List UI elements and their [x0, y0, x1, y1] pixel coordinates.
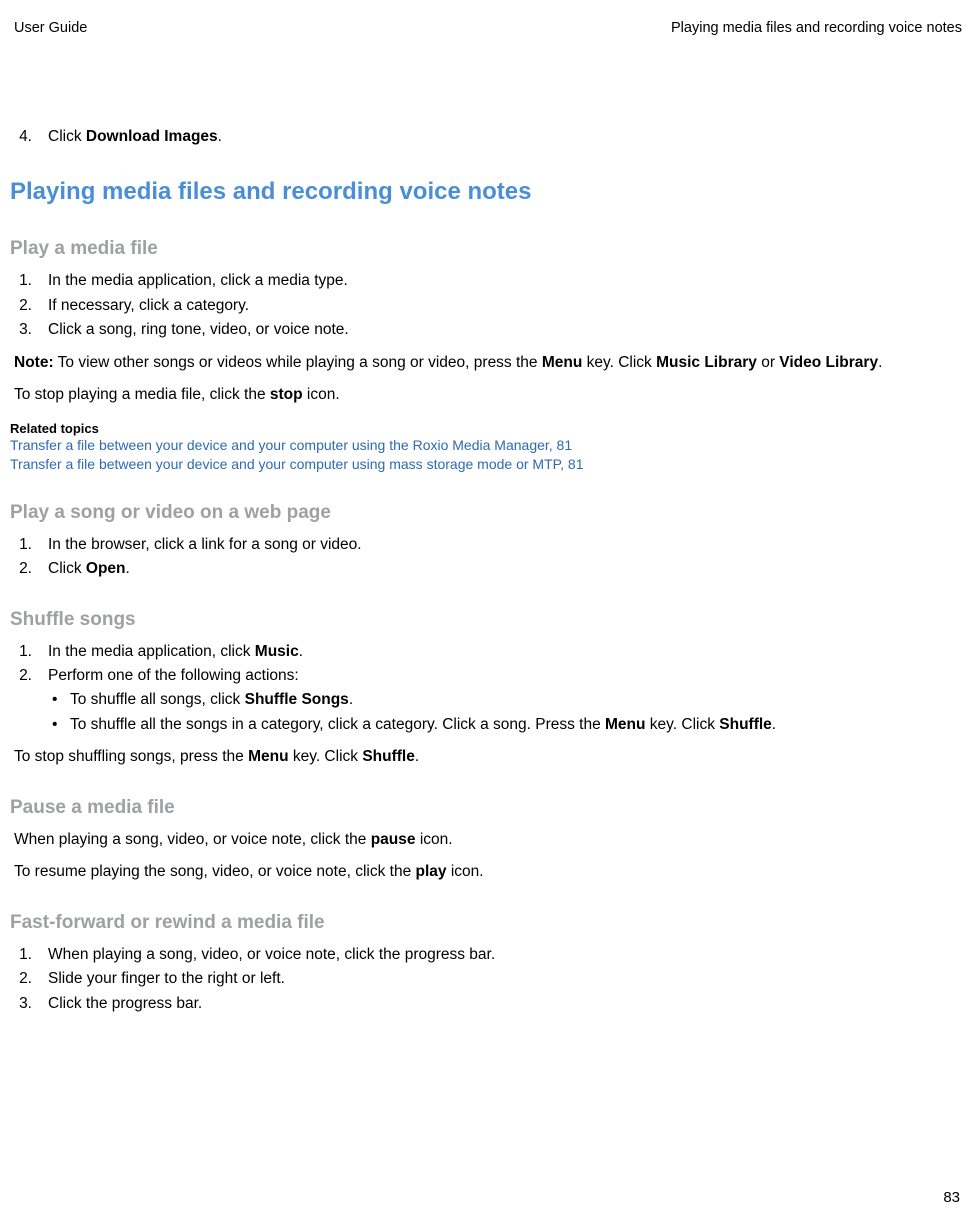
list-item: 3. Click the progress bar.	[10, 993, 966, 1015]
open-label: Open	[86, 560, 126, 577]
text-part: icon.	[416, 831, 453, 848]
list-item: 2. If necessary, click a category.	[10, 295, 966, 317]
text-part: To view other songs or videos while play…	[54, 354, 542, 371]
text-part: .	[299, 643, 303, 660]
stop-paragraph: To stop playing a media file, click the …	[14, 384, 966, 406]
text-part: key. Click	[645, 716, 719, 733]
text-part: Click	[48, 560, 86, 577]
list-item: 1. In the media application, click a med…	[10, 270, 966, 292]
play-icon-label: play	[416, 863, 447, 880]
step-text: If necessary, click a category.	[48, 295, 966, 317]
list-item: 2. Click Open.	[10, 558, 966, 580]
step-text: Click the progress bar.	[48, 993, 966, 1015]
header-left: User Guide	[14, 20, 87, 36]
subheading-pause: Pause a media file	[10, 797, 966, 819]
text-part: To shuffle all songs, click	[70, 691, 245, 708]
video-library-label: Video Library	[779, 354, 878, 371]
text-part: key. Click	[289, 748, 363, 765]
note-paragraph: Note: To view other songs or videos whil…	[14, 352, 966, 374]
pause-icon-label: pause	[371, 831, 416, 848]
document-page: User Guide Playing media files and recor…	[0, 0, 976, 1228]
step-text: In the media application, click a media …	[48, 270, 966, 292]
step-text: When playing a song, video, or voice not…	[48, 944, 966, 966]
pause-line-2: To resume playing the song, video, or vo…	[14, 861, 966, 883]
text-part: .	[126, 560, 130, 577]
text-part: .	[349, 691, 353, 708]
menu-key: Menu	[605, 716, 645, 733]
bullet-item: • To shuffle all songs, click Shuffle So…	[10, 689, 966, 711]
shuffle-label: Shuffle	[719, 716, 772, 733]
text-part: .	[878, 354, 882, 371]
text-part: To resume playing the song, video, or vo…	[14, 863, 416, 880]
subheading-ff: Fast-forward or rewind a media file	[10, 912, 966, 934]
step-text: Slide your finger to the right or left.	[48, 968, 966, 990]
text-part: or	[757, 354, 779, 371]
menu-key: Menu	[542, 354, 582, 371]
text-part: To shuffle all the songs in a category, …	[70, 716, 605, 733]
text-part: .	[772, 716, 776, 733]
list-item: 2. Slide your finger to the right or lef…	[10, 968, 966, 990]
text-part: To stop shuffling songs, press the	[14, 748, 248, 765]
stop-icon-label: stop	[270, 386, 303, 403]
step-number: 1.	[18, 534, 48, 556]
menu-key: Menu	[248, 748, 288, 765]
step-number: 3.	[18, 319, 48, 341]
subheading-play-media: Play a media file	[10, 238, 966, 260]
text-part: In the media application, click	[48, 643, 255, 660]
step-text: In the media application, click Music.	[48, 641, 966, 663]
step-text: Click Open.	[48, 558, 966, 580]
subheading-web-page: Play a song or video on a web page	[10, 502, 966, 524]
related-topics-label: Related topics	[10, 421, 966, 436]
stop-shuffle-paragraph: To stop shuffling songs, press the Menu …	[14, 746, 966, 768]
note-label: Note:	[14, 354, 54, 371]
step-number: 2.	[18, 665, 48, 687]
shuffle-songs-label: Shuffle Songs	[245, 691, 349, 708]
step-number: 2.	[18, 558, 48, 580]
text-part: icon.	[447, 863, 484, 880]
download-images-label: Download Images	[86, 128, 218, 145]
step-text: In the browser, click a link for a song …	[48, 534, 966, 556]
music-library-label: Music Library	[656, 354, 757, 371]
page-number: 83	[943, 1189, 960, 1206]
text-part: key. Click	[582, 354, 656, 371]
step-number: 2.	[18, 295, 48, 317]
header-right: Playing media files and recording voice …	[671, 20, 962, 36]
step-text: Click a song, ring tone, video, or voice…	[48, 319, 966, 341]
text-part: .	[218, 128, 222, 145]
section-heading-h1: Playing media files and recording voice …	[10, 178, 966, 206]
step-text: Click Download Images.	[48, 126, 966, 148]
step-number: 3.	[18, 993, 48, 1015]
music-label: Music	[255, 643, 299, 660]
text-part: icon.	[303, 386, 340, 403]
bullet-text: To shuffle all songs, click Shuffle Song…	[70, 689, 966, 711]
related-link[interactable]: Transfer a file between your device and …	[10, 436, 966, 455]
list-item: 2. Perform one of the following actions:	[10, 665, 966, 687]
text-part: .	[415, 748, 419, 765]
step-number: 2.	[18, 968, 48, 990]
bullet-icon: •	[52, 689, 70, 711]
text-part: When playing a song, video, or voice not…	[14, 831, 371, 848]
list-item: 1. In the browser, click a link for a so…	[10, 534, 966, 556]
list-item: 1. When playing a song, video, or voice …	[10, 944, 966, 966]
pause-line-1: When playing a song, video, or voice not…	[14, 829, 966, 851]
page-header: User Guide Playing media files and recor…	[14, 20, 962, 36]
shuffle-label: Shuffle	[362, 748, 415, 765]
continued-step-4: 4. Click Download Images.	[10, 126, 966, 148]
step-number: 1.	[18, 944, 48, 966]
bullet-text: To shuffle all the songs in a category, …	[70, 714, 966, 736]
bullet-icon: •	[52, 714, 70, 736]
step-text: Perform one of the following actions:	[48, 665, 966, 687]
step-number: 1.	[18, 270, 48, 292]
text-part: Click	[48, 128, 86, 145]
list-item: 3. Click a song, ring tone, video, or vo…	[10, 319, 966, 341]
bullet-item: • To shuffle all the songs in a category…	[10, 714, 966, 736]
list-item: 1. In the media application, click Music…	[10, 641, 966, 663]
related-link[interactable]: Transfer a file between your device and …	[10, 455, 966, 474]
subheading-shuffle: Shuffle songs	[10, 609, 966, 631]
text-part: To stop playing a media file, click the	[14, 386, 270, 403]
step-number: 4.	[18, 126, 48, 148]
step-number: 1.	[18, 641, 48, 663]
